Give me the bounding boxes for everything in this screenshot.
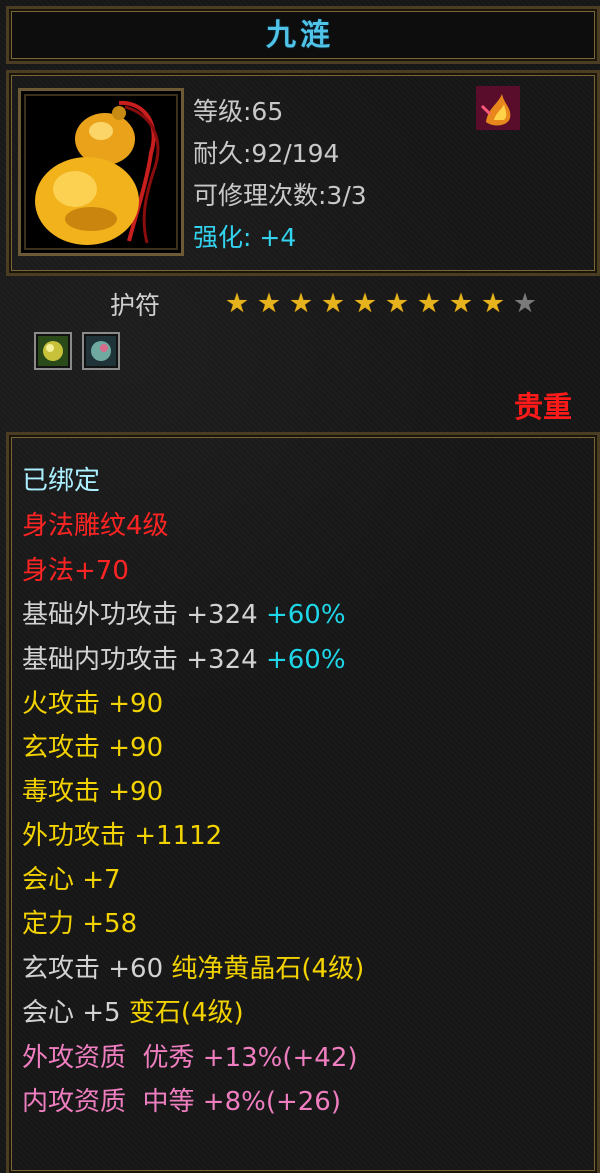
mystic-attack-line: 玄攻击 +90 bbox=[22, 733, 164, 763]
star-filled-icon: ★ bbox=[448, 288, 474, 319]
int-base-label: 基础内功攻击 +324 bbox=[22, 645, 258, 675]
bound-status: 已绑定 bbox=[22, 466, 101, 496]
enhance-stat: 强化: +4 bbox=[193, 218, 296, 254]
agility-line: 身法+70 bbox=[22, 556, 129, 586]
star-filled-icon: ★ bbox=[416, 288, 442, 319]
gem-line-2-stat: 会心 +5 bbox=[22, 998, 121, 1028]
star-filled-icon: ★ bbox=[224, 288, 250, 319]
gourd-amulet-icon bbox=[18, 88, 184, 256]
star-filled-icon: ★ bbox=[480, 288, 506, 319]
gem-line-1: 玄攻击 +60 纯净黄晶石(4级) bbox=[22, 948, 364, 985]
item-name: 九涟 bbox=[266, 18, 334, 53]
int-base-attack-line: 基础内功攻击 +324 +60% bbox=[22, 639, 346, 676]
poison-attack-line: 毒攻击 +90 bbox=[22, 777, 164, 807]
teal-gem-icon bbox=[82, 332, 120, 370]
star-filled-icon: ★ bbox=[256, 288, 282, 319]
carving-line: 身法雕纹4级 bbox=[22, 511, 169, 541]
star-filled-icon: ★ bbox=[384, 288, 410, 319]
star-filled-icon: ★ bbox=[320, 288, 346, 319]
level-stat: 等级:65 bbox=[193, 97, 284, 126]
enhance-value: +4 bbox=[259, 223, 297, 252]
quality-line-1: 外攻资质 优秀 +13%(+42) bbox=[22, 1043, 358, 1073]
repair-count-stat: 可修理次数:3/3 bbox=[193, 181, 367, 210]
ext-base-label: 基础外功攻击 +324 bbox=[22, 600, 258, 630]
item-tooltip: 九涟 等级:65 耐久:92/194 可修理次数:3/3 强化: +4 护符 ★… bbox=[0, 0, 600, 1173]
enhance-label: 强化: bbox=[193, 223, 252, 252]
durability-stat: 耐久:92/194 bbox=[193, 139, 340, 168]
crit-line: 会心 +7 bbox=[22, 865, 121, 895]
gem-line-1-gem: 纯净黄晶石(4级) bbox=[171, 954, 365, 984]
item-type: 护符 bbox=[110, 291, 161, 320]
quality-line-2: 内攻资质 中等 +8%(+26) bbox=[22, 1087, 341, 1117]
gem-line-1-stat: 玄攻击 +60 bbox=[22, 954, 164, 984]
focus-line: 定力 +58 bbox=[22, 909, 138, 939]
ext-base-pct: +60% bbox=[265, 600, 346, 630]
ext-attack-line: 外功攻击 +1112 bbox=[22, 821, 223, 851]
fire-attack-line: 火攻击 +90 bbox=[22, 689, 164, 719]
star-rating: ★ ★ ★ ★ ★ ★ ★ ★ ★ ★ bbox=[222, 290, 540, 318]
flame-emblem-icon bbox=[476, 86, 520, 130]
rarity-label: 贵重 bbox=[513, 390, 572, 424]
gem-line-2: 会心 +5 变石(4级) bbox=[22, 992, 244, 1029]
green-gem-icon bbox=[34, 332, 72, 370]
star-filled-icon: ★ bbox=[352, 288, 378, 319]
int-base-pct: +60% bbox=[265, 645, 346, 675]
star-filled-icon: ★ bbox=[288, 288, 314, 319]
gem-line-2-gem: 变石(4级) bbox=[128, 998, 244, 1028]
star-empty-icon: ★ bbox=[512, 288, 538, 319]
ext-base-attack-line: 基础外功攻击 +324 +60% bbox=[22, 594, 346, 631]
